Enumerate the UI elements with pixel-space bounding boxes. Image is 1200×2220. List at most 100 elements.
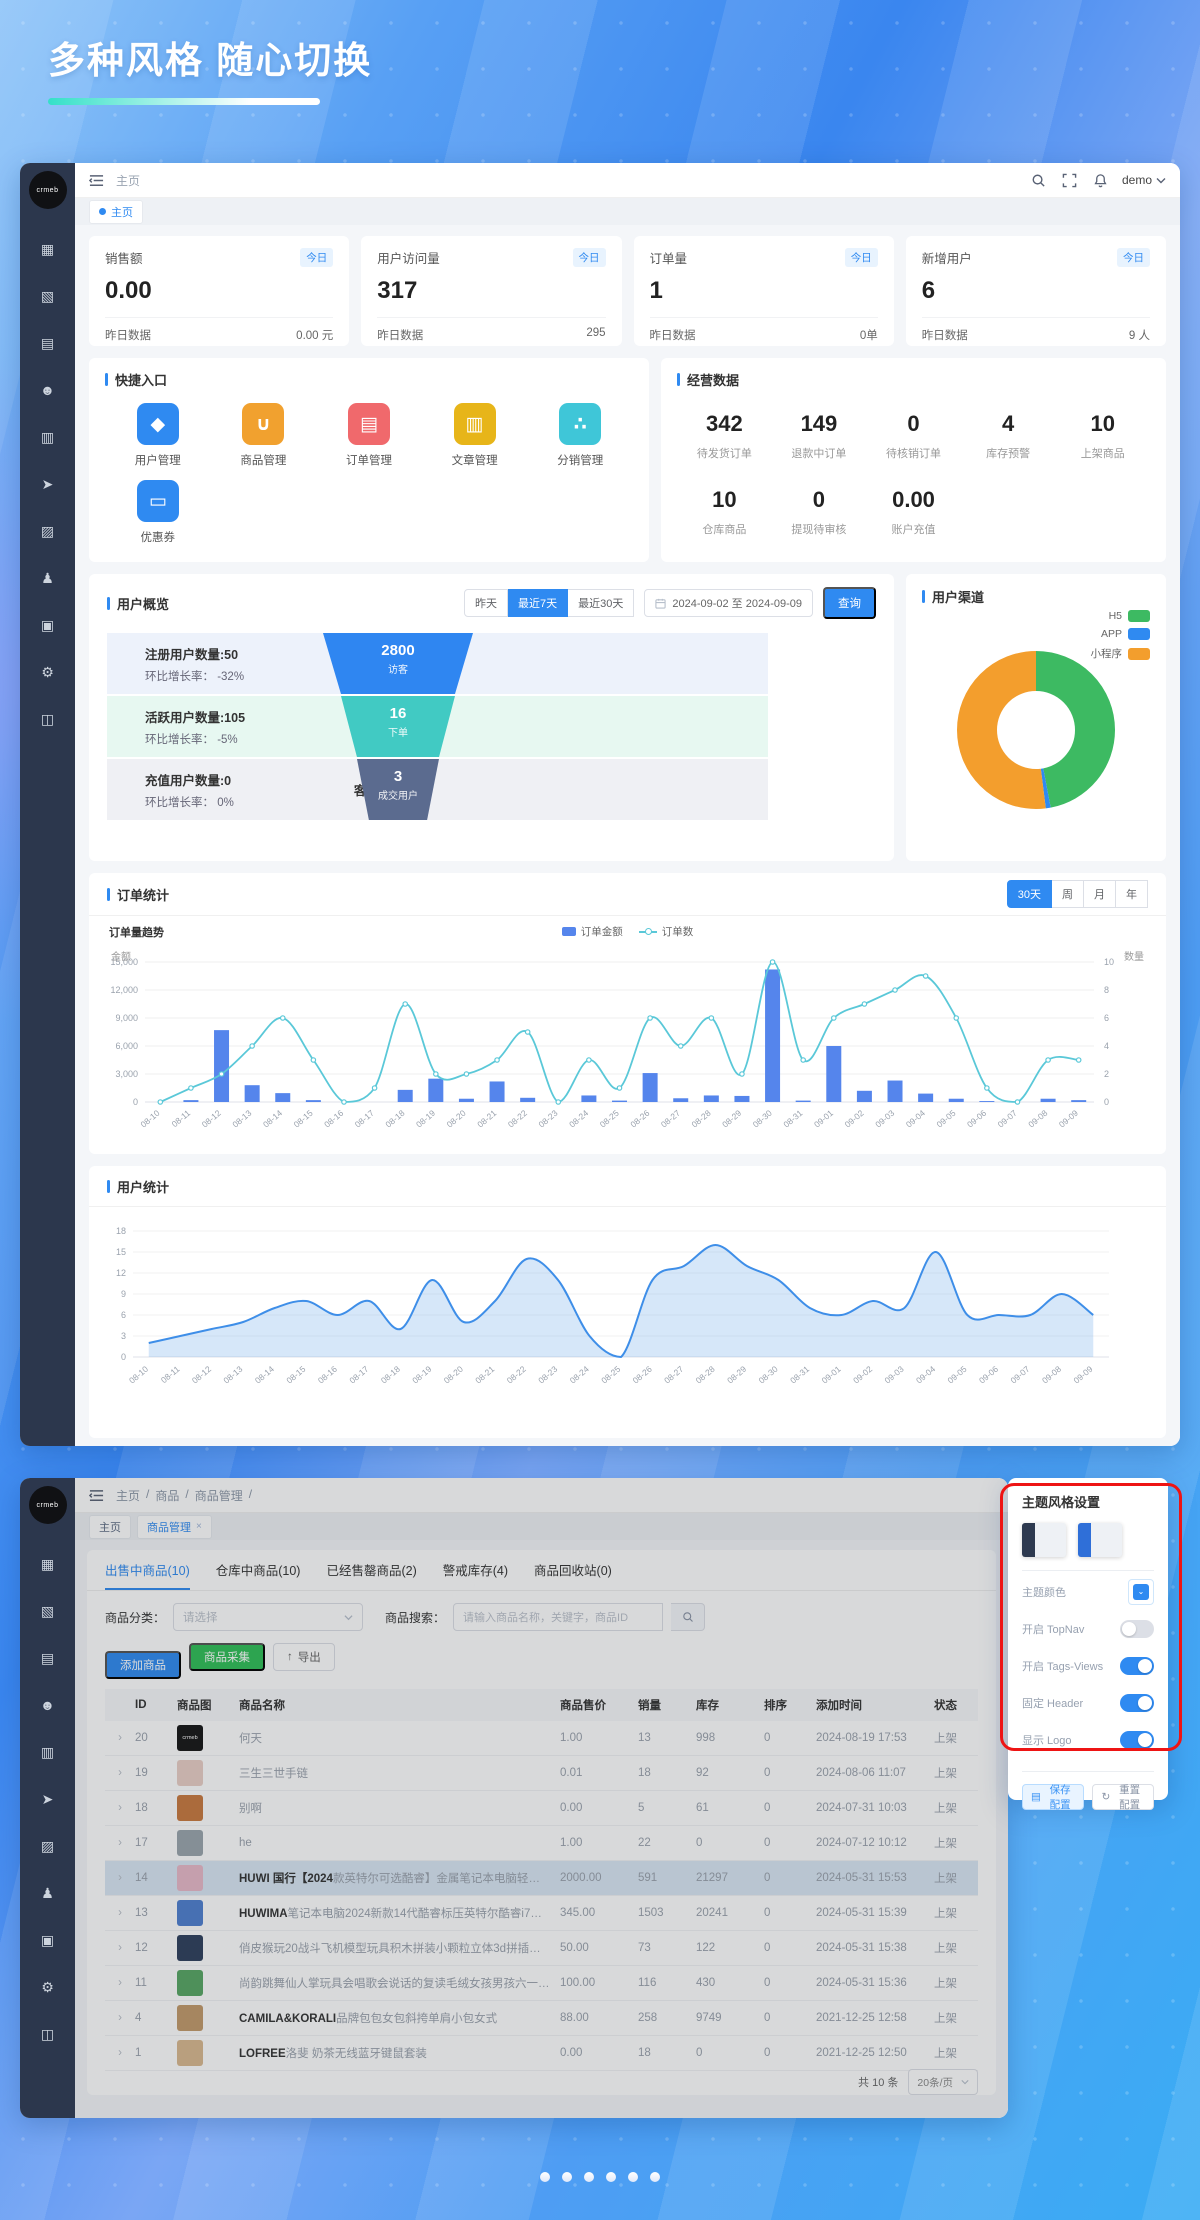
business-item[interactable]: 0 提现待审核: [772, 487, 867, 537]
business-item[interactable]: 342 待发货订单: [677, 411, 772, 461]
agent-icon[interactable]: ♟: [41, 571, 54, 585]
library-icon[interactable]: ▥: [41, 430, 54, 444]
svg-text:08-18: 08-18: [383, 1108, 406, 1130]
svg-text:08-13: 08-13: [221, 1364, 244, 1386]
legend-item[interactable]: 小程序: [1091, 646, 1151, 661]
legend-item[interactable]: APP: [1101, 628, 1150, 640]
order-range-button[interactable]: 月: [1084, 880, 1116, 908]
toggle-switch[interactable]: [1120, 1731, 1154, 1749]
toggle-switch[interactable]: [1120, 1657, 1154, 1675]
svg-text:08-17: 08-17: [353, 1108, 376, 1130]
funnel-row-line1: 活跃用户数量:105: [145, 707, 245, 726]
quick-entry-item[interactable]: ▥ 文章管理: [422, 403, 528, 468]
mall-icon[interactable]: ▧: [41, 1604, 54, 1618]
toggle-switch[interactable]: [1120, 1694, 1154, 1712]
marketing-icon[interactable]: ➤: [42, 477, 54, 491]
bell-icon[interactable]: [1093, 173, 1108, 188]
quick-entry-item[interactable]: ∴ 分销管理: [527, 403, 633, 468]
statistics-icon[interactable]: ▨: [41, 524, 54, 538]
theme-option-row: 开启 Tags-Views: [1022, 1647, 1154, 1684]
reset-config-button[interactable]: ↻重置配置: [1092, 1784, 1154, 1810]
legend-item[interactable]: 订单数: [639, 924, 694, 939]
order-icon[interactable]: ▤: [41, 336, 54, 350]
business-item[interactable]: 4 库存预警: [961, 411, 1056, 461]
agent-icon[interactable]: ♟: [41, 1886, 54, 1900]
drawer-overlay[interactable]: [75, 1478, 1008, 2118]
svg-text:08-23: 08-23: [536, 1108, 559, 1130]
carousel-dot[interactable]: [628, 2172, 638, 2182]
order-range-button[interactable]: 年: [1116, 880, 1148, 908]
query-button[interactable]: 查询: [823, 587, 876, 619]
setting-icon[interactable]: ⚙: [41, 1980, 54, 1994]
tag-home[interactable]: 主页: [89, 200, 143, 224]
search-icon[interactable]: [1031, 173, 1046, 188]
svg-text:0: 0: [1104, 1097, 1109, 1107]
svg-text:08-16: 08-16: [316, 1364, 339, 1386]
quick-entry-item[interactable]: ◆ 用户管理: [105, 403, 211, 468]
svg-text:08-30: 08-30: [757, 1364, 780, 1386]
range-button[interactable]: 最近7天: [508, 589, 568, 617]
svg-text:08-19: 08-19: [410, 1364, 433, 1386]
svg-text:08-10: 08-10: [127, 1364, 150, 1386]
maintain-icon[interactable]: ◫: [41, 712, 54, 726]
range-button[interactable]: 最近30天: [568, 589, 634, 617]
quick-entry-item[interactable]: ∪ 商品管理: [211, 403, 317, 468]
user-channel-card: 用户渠道 H5 APP 小程序: [906, 574, 1166, 861]
article-manage-icon: ▥: [454, 403, 496, 445]
svg-text:08-12: 08-12: [190, 1364, 213, 1386]
business-item[interactable]: 149 退款中订单: [772, 411, 867, 461]
user-icon[interactable]: ☻: [40, 383, 55, 397]
legend-item[interactable]: H5: [1109, 610, 1150, 622]
marketing-icon[interactable]: ➤: [42, 1792, 54, 1806]
quick-entry-item[interactable]: ▭ 优惠券: [105, 480, 211, 545]
range-button[interactable]: 昨天: [464, 589, 508, 617]
toggle-switch[interactable]: [1120, 1620, 1154, 1638]
business-item[interactable]: 10 仓库商品: [677, 487, 772, 537]
carousel-dot[interactable]: [584, 2172, 594, 2182]
dashboard-icon[interactable]: ▦: [41, 242, 54, 256]
option-label: 主题颜色: [1022, 1584, 1066, 1600]
stat-value: 317: [377, 277, 605, 305]
legend-item[interactable]: 订单金额: [562, 924, 623, 939]
order-range-button[interactable]: 30天: [1007, 880, 1052, 908]
logo[interactable]: crmeb: [29, 1486, 67, 1524]
statistics-icon[interactable]: ▨: [41, 1839, 54, 1853]
stat-footer-value: 0单: [860, 327, 878, 343]
stat-label: 新增用户: [922, 248, 972, 267]
user-menu[interactable]: demo: [1122, 173, 1152, 187]
carousel-dot[interactable]: [540, 2172, 550, 2182]
svg-text:09-01: 09-01: [820, 1364, 843, 1386]
theme-option-row: 固定 Header: [1022, 1684, 1154, 1721]
theme-options: 主题颜色 ⌄ 开启 TopNav 开启 Tags-Views 固定 Header: [1022, 1573, 1154, 1758]
user-stats-card: 用户统计 036912151808-1008-1108-1208-1308-14…: [89, 1166, 1166, 1438]
carousel-dot[interactable]: [562, 2172, 572, 2182]
collapse-menu-icon[interactable]: [89, 173, 104, 188]
svg-text:12: 12: [116, 1268, 126, 1278]
setting-icon[interactable]: ⚙: [41, 665, 54, 679]
theme-color-picker[interactable]: ⌄: [1128, 1579, 1154, 1605]
date-range-picker[interactable]: 2024-09-02 至 2024-09-09: [644, 589, 813, 617]
carousel-dot[interactable]: [650, 2172, 660, 2182]
donut-legend: H5 APP 小程序: [1091, 610, 1151, 661]
business-item[interactable]: 0.00 账户充值: [866, 487, 961, 537]
order-range-button[interactable]: 周: [1052, 880, 1084, 908]
funnel-row-line1: 注册用户数量:50: [145, 644, 244, 663]
carousel-dot[interactable]: [606, 2172, 616, 2182]
user-icon[interactable]: ☻: [40, 1698, 55, 1712]
finance-icon[interactable]: ▣: [41, 1933, 54, 1947]
business-item[interactable]: 0 待核销订单: [866, 411, 961, 461]
quick-entry-item[interactable]: ▤ 订单管理: [316, 403, 422, 468]
theme-thumbnail[interactable]: [1022, 1523, 1066, 1557]
finance-icon[interactable]: ▣: [41, 618, 54, 632]
breadcrumb[interactable]: 主页: [116, 172, 140, 189]
fullscreen-icon[interactable]: [1062, 173, 1077, 188]
business-item[interactable]: 10 上架商品: [1055, 411, 1150, 461]
dashboard-icon[interactable]: ▦: [41, 1557, 54, 1571]
order-icon[interactable]: ▤: [41, 1651, 54, 1665]
logo[interactable]: crmeb: [29, 171, 67, 209]
theme-thumbnail[interactable]: [1078, 1523, 1122, 1557]
save-config-button[interactable]: ▤保存配置: [1022, 1784, 1084, 1810]
mall-icon[interactable]: ▧: [41, 289, 54, 303]
library-icon[interactable]: ▥: [41, 1745, 54, 1759]
maintain-icon[interactable]: ◫: [41, 2027, 54, 2041]
